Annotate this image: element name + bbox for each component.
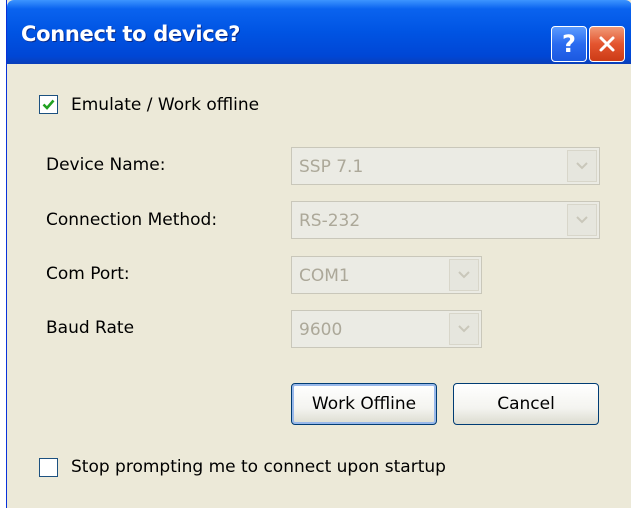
checkmark-icon — [42, 99, 55, 110]
device-name-label: Device Name: — [46, 155, 166, 175]
device-name-value: SSP 7.1 — [299, 157, 364, 177]
close-icon — [599, 36, 615, 52]
connect-dialog: Connect to device? ? Emulate / Work offl… — [6, 0, 631, 508]
title-bar[interactable]: Connect to device? ? — [7, 0, 631, 64]
stop-prompting-checkbox[interactable] — [39, 458, 58, 477]
connection-method-label: Connection Method: — [46, 210, 218, 230]
chevron-down-icon — [576, 216, 588, 224]
emulate-label[interactable]: Emulate / Work offline — [71, 95, 259, 115]
chevron-down-icon — [576, 162, 588, 170]
com-port-label: Com Port: — [46, 264, 130, 284]
window-title: Connect to device? — [21, 22, 241, 46]
stop-prompting-label[interactable]: Stop prompting me to connect upon startu… — [71, 457, 446, 477]
device-name-select[interactable]: SSP 7.1 — [291, 147, 600, 185]
chevron-down-icon — [458, 271, 470, 279]
com-port-select[interactable]: COM1 — [291, 256, 482, 294]
connection-method-value: RS-232 — [299, 211, 361, 231]
connection-method-select[interactable]: RS-232 — [291, 201, 600, 239]
work-offline-button[interactable]: Work Offline — [291, 383, 437, 425]
device-name-dropdown-button[interactable] — [567, 150, 597, 182]
connection-method-dropdown-button[interactable] — [567, 204, 597, 236]
cancel-button[interactable]: Cancel — [453, 383, 599, 425]
help-button[interactable]: ? — [551, 26, 587, 62]
baud-rate-select[interactable]: 9600 — [291, 310, 482, 348]
chevron-down-icon — [458, 325, 470, 333]
com-port-dropdown-button[interactable] — [449, 259, 479, 291]
close-button[interactable] — [589, 26, 625, 62]
baud-rate-dropdown-button[interactable] — [449, 313, 479, 345]
com-port-value: COM1 — [299, 266, 350, 286]
baud-rate-label: Baud Rate — [46, 318, 135, 338]
emulate-checkbox[interactable] — [39, 95, 58, 114]
baud-rate-value: 9600 — [299, 320, 343, 340]
